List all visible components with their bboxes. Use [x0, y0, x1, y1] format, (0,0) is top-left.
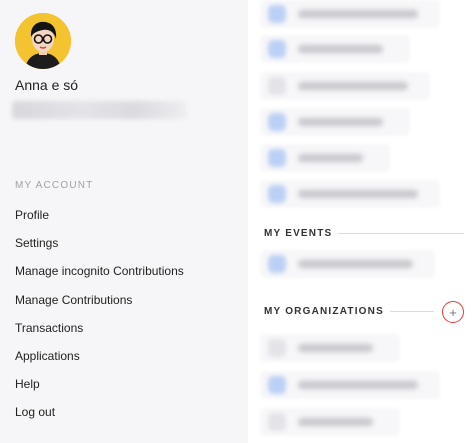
collective-item[interactable]: [260, 72, 430, 100]
menu-item-log-out[interactable]: Log out: [15, 405, 55, 419]
user-name: Anna e só: [15, 77, 79, 93]
menu-item-settings[interactable]: Settings: [15, 236, 58, 250]
collective-item[interactable]: [260, 108, 410, 136]
avatar[interactable]: [15, 13, 71, 69]
user-email-redacted: [12, 101, 187, 119]
collective-item[interactable]: [260, 35, 410, 63]
menu-item-applications[interactable]: Applications: [15, 349, 80, 363]
organization-item[interactable]: [260, 408, 400, 436]
collective-item[interactable]: [260, 144, 390, 172]
divider: [390, 311, 434, 312]
organization-item[interactable]: [260, 334, 400, 362]
section-label-my-account: MY ACCOUNT: [15, 180, 94, 191]
event-item[interactable]: [260, 250, 435, 278]
section-heading-my-organizations: MY ORGANIZATIONS: [264, 306, 384, 317]
collective-item[interactable]: [260, 180, 440, 208]
account-sidebar: Anna e só MY ACCOUNT Profile Settings Ma…: [0, 0, 248, 443]
collective-item[interactable]: [260, 0, 440, 28]
divider: [338, 233, 464, 234]
section-heading-my-events: MY EVENTS: [264, 228, 333, 239]
add-organization-button[interactable]: +: [442, 301, 464, 323]
avatar-portrait: [15, 13, 71, 69]
menu-item-manage-incognito-contributions[interactable]: Manage incognito Contributions: [15, 264, 184, 278]
menu-item-profile[interactable]: Profile: [15, 208, 49, 222]
menu-item-transactions[interactable]: Transactions: [15, 321, 83, 335]
menu-item-help[interactable]: Help: [15, 377, 40, 391]
menu-item-manage-contributions[interactable]: Manage Contributions: [15, 293, 132, 307]
organization-item[interactable]: [260, 371, 440, 399]
